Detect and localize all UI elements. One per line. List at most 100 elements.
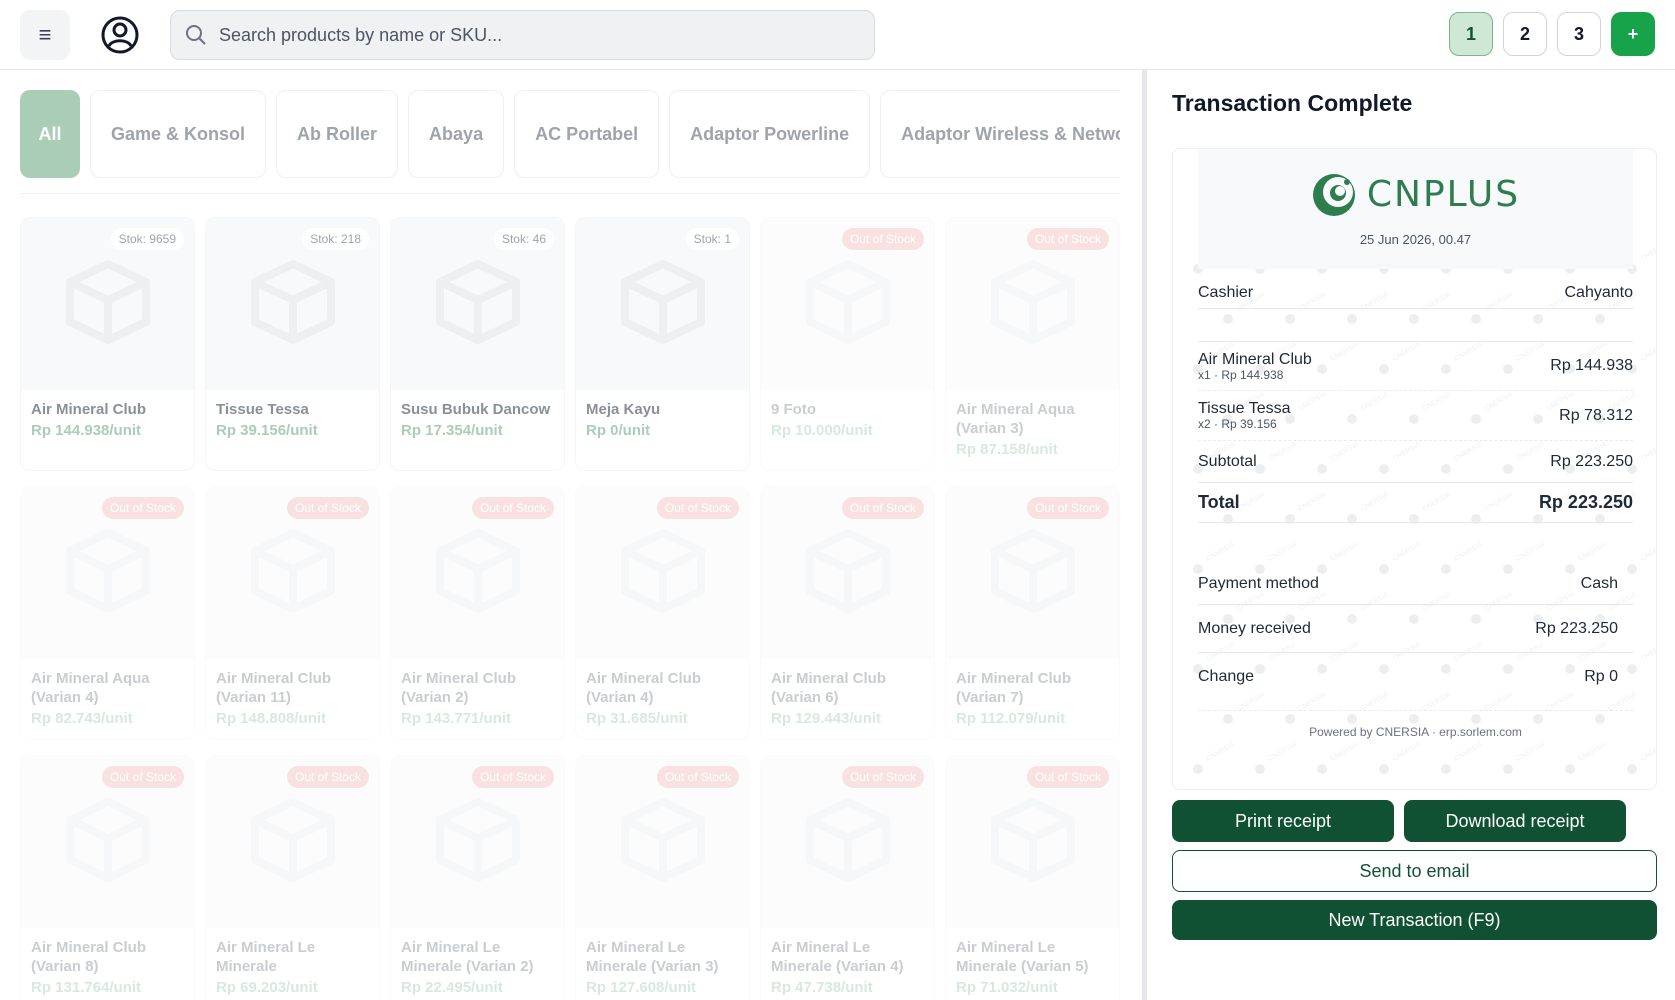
category-tab[interactable]: AC Portabel [514,90,660,178]
product-card[interactable]: Out of Stock Air Mineral Club (Varian 6) R… [760,486,935,740]
product-image: Stok: 46 [391,218,564,390]
product-image: Out of Stock [946,218,1119,390]
svg-text:CNERSIA: CNERSIA [1206,741,1237,763]
box-icon [430,254,526,355]
powered-by-text: Powered by CNERSIA · erp.sorlem.com [1309,725,1522,739]
add-session-button[interactable]: + [1611,12,1655,56]
search-bar[interactable] [170,10,875,60]
product-card[interactable]: Out of Stock Air Mineral Club (Varian 8) R… [20,755,195,1000]
product-card[interactable]: Out of Stock Air Mineral Club (Varian 2) R… [390,486,565,740]
product-price: Rp 31.685/unit [586,710,688,727]
session-tab-3[interactable]: 3 [1557,12,1601,56]
product-price: Rp 17.354/unit [401,422,503,439]
stock-badge: Out of Stock [471,497,554,519]
svg-text:CNERSIA: CNERSIA [1578,741,1609,763]
svg-text:CNERSIA: CNERSIA [1640,241,1658,263]
divider [20,193,1120,194]
receipt-card: CNERSIA CNERSIA CNERSIA CNERSIA CNERSIA CNERS… [1172,148,1657,790]
money-received-label: Money received [1198,619,1311,637]
box-icon [985,523,1081,624]
cashier-label: Cashier [1198,283,1254,301]
stock-badge: Out of Stock [841,497,924,519]
product-image: Out of Stock [576,756,749,928]
product-price: Rp 87.158/unit [956,441,1058,458]
box-icon [60,792,156,893]
product-card[interactable]: Out of Stock Air Mineral Le Minerale Rp 69… [205,755,380,1000]
product-card[interactable]: Out of Stock Air Mineral Le Minerale (Var… [945,755,1120,1000]
product-name: 9 Foto [771,401,816,418]
product-image: Out of Stock [946,756,1119,928]
product-name: Air Mineral Le Minerale [216,939,316,975]
category-tab[interactable]: Adaptor Powerline [669,90,871,178]
stock-badge: Stok: 9659 [110,228,184,250]
category-tab-all[interactable]: All [20,90,80,178]
product-card[interactable]: Out of Stock Air Mineral Club (Varian 4) R… [575,486,750,740]
box-icon [615,792,711,893]
product-image: Out of Stock [761,487,934,659]
session-tab-2[interactable]: 2 [1503,12,1547,56]
product-name: Air Mineral Le Minerale (Varian 2) [401,939,534,975]
product-price: Rp 10.000/unit [771,422,873,439]
product-price: Rp 143.771/unit [401,710,512,727]
search-input[interactable] [219,24,839,46]
product-card[interactable]: Out of Stock 9 Foto Rp 10.000/unit [760,217,935,471]
receipt-line-item: Tissue Tessa x2 · Rp 39.156 Rp 78.312 [1198,391,1633,441]
user-account-icon[interactable] [100,15,140,55]
product-card[interactable]: Stok: 46 Susu Bubuk Dancow Rp 17.354/unit [390,217,565,471]
subtotal-label: Subtotal [1198,452,1257,470]
product-image: Out of Stock [21,487,194,659]
product-image: Out of Stock [576,487,749,659]
svg-text:CNERSIA: CNERSIA [1268,741,1299,763]
svg-text:CNERSIA: CNERSIA [1392,741,1423,763]
box-icon [615,523,711,624]
product-card[interactable]: Out of Stock Air Mineral Le Minerale (Var… [575,755,750,1000]
product-price: Rp 129.443/unit [771,710,882,727]
product-name: Air Mineral Club [31,401,147,418]
product-image: Out of Stock [761,218,934,390]
category-tab[interactable]: Abaya [408,90,505,178]
stock-badge: Stok: 218 [302,228,369,250]
box-icon [800,254,896,355]
send-email-button[interactable]: Send to email [1172,850,1657,892]
print-receipt-button[interactable]: Print receipt [1172,800,1394,842]
svg-text:CNERSIA: CNERSIA [1640,441,1658,463]
session-tabs: 1 2 3 + [1449,12,1655,56]
product-image: Stok: 9659 [21,218,194,390]
menu-button[interactable]: ≡ [20,10,70,60]
stock-badge: Out of Stock [286,766,369,788]
svg-text:CNERSIA: CNERSIA [1516,741,1547,763]
stock-badge: Out of Stock [1026,766,1109,788]
payment-method-value: Cash [1580,574,1618,592]
receipt-header: CNPLUS 25 Jun 2026, 00.47 [1198,149,1633,269]
product-card[interactable]: Out of Stock Air Mineral Aqua (Varian 4) R… [20,486,195,740]
product-card[interactable]: Stok: 9659 Air Mineral Club Rp 144.938/uni… [20,217,195,471]
cnplus-logo-icon [1312,173,1355,216]
panel-title: Transaction Complete [1172,90,1413,116]
product-name: Air Mineral Le Minerale (Varian 3) [586,939,719,975]
product-card[interactable]: Out of Stock Air Mineral Le Minerale (Var… [760,755,935,1000]
product-card[interactable]: Out of Stock Air Mineral Le Minerale (Var… [390,755,565,1000]
product-card[interactable]: Out of Stock Air Mineral Aqua (Varian 3) R… [945,217,1120,471]
product-card[interactable]: Stok: 1 Meja Kayu Rp 0/unit [575,217,750,471]
top-bar: ≡ 1 2 3 + [0,0,1675,70]
stock-badge: Out of Stock [471,766,554,788]
brand-name: CNPLUS [1366,174,1521,215]
stock-badge: Out of Stock [1026,228,1109,250]
download-receipt-button[interactable]: Download receipt [1404,800,1626,842]
product-image: Out of Stock [206,756,379,928]
new-transaction-button[interactable]: New Transaction (F9) [1172,900,1657,940]
item-name: Air Mineral Club [1198,350,1312,368]
box-icon [800,792,896,893]
item-amount: Rp 78.312 [1559,406,1633,424]
svg-text:CNERSIA: CNERSIA [1330,741,1361,763]
product-card[interactable]: Out of Stock Air Mineral Club (Varian 7) R… [945,486,1120,740]
receipt-line-item: Air Mineral Club x1 · Rp 144.938 Rp 144.… [1198,341,1633,391]
subtotal-value: Rp 223.250 [1550,452,1633,470]
category-tab[interactable]: Game & Konsol [90,90,267,178]
category-tab[interactable]: Ab Roller [276,90,399,178]
product-card[interactable]: Stok: 218 Tissue Tessa Rp 39.156/unit [205,217,380,471]
category-tab[interactable]: Adaptor Wireless & Networ [880,90,1120,178]
session-tab-1[interactable]: 1 [1449,12,1493,56]
product-card[interactable]: Out of Stock Air Mineral Club (Varian 11)… [205,486,380,740]
